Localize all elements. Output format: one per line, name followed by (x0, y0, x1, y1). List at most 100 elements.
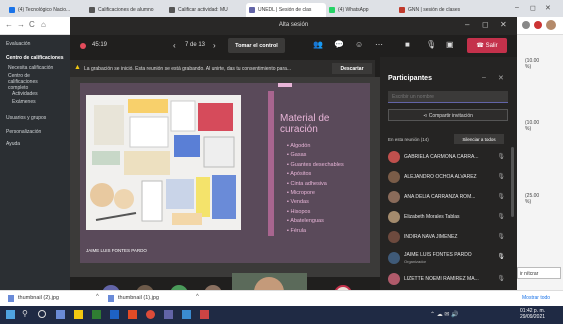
show-all-link[interactable]: Mostrar todo (522, 295, 550, 301)
teams-icon[interactable] (164, 310, 173, 319)
teams-title-bar: Alta sesión – ◻ ✕ (70, 17, 517, 35)
file-explorer-icon[interactable] (74, 310, 83, 319)
participant-name: Elizabeth Morales Tablas (404, 214, 460, 220)
favicon-icon (9, 7, 15, 13)
participant-row[interactable]: JAIME LUIS FONTES PARDO Organizador 🎙 (380, 249, 517, 267)
participant-name: INDIRA NAVA JIMENEZ (404, 234, 458, 240)
sidebar-item-completo[interactable]: Centro de calificaciones completo (8, 73, 56, 91)
browser-tab[interactable]: Calificaciones de alumno (86, 3, 166, 17)
participant-row[interactable]: GABRIELA CARMONA CARRA... 🎙 (380, 149, 517, 165)
close-panel-icon[interactable]: ✕ (498, 74, 504, 82)
taskbar-clock[interactable]: 01:42 p. m. 29/09/2021 (520, 308, 545, 320)
participant-row[interactable]: ANA DELIA CARRANZA ROM... 🎙 (380, 189, 517, 205)
system-tray-icons[interactable]: ⌃ ☁ ✉ 🔊 (430, 311, 459, 318)
reload-icon[interactable]: C (29, 20, 35, 29)
app-icon[interactable] (200, 310, 209, 319)
previous-slide-icon[interactable]: ‹ (173, 41, 176, 50)
back-icon[interactable]: ← (5, 20, 13, 29)
maximize-icon[interactable]: ◻ (482, 20, 489, 29)
avatar (388, 252, 400, 264)
file-icon (8, 295, 14, 302)
tab-label: Calificaciones de alumno (98, 7, 154, 13)
chrome-icon[interactable] (146, 310, 155, 319)
extension-icon[interactable] (522, 21, 530, 29)
app-icon[interactable] (182, 310, 191, 319)
download-item[interactable]: thumbnail (1).jpg (118, 295, 159, 301)
next-slide-icon[interactable]: › (213, 41, 216, 50)
forward-icon[interactable]: → (17, 20, 25, 29)
downloads-bar: thumbnail (2).jpg ^ thumbnail (1).jpg ^ … (0, 290, 563, 306)
more-options-icon[interactable]: ⋯ (375, 40, 383, 49)
lms-sidebar: Evaluación Centro de calificaciones Nece… (0, 35, 75, 290)
mute-all-button[interactable]: Silenciar a todos (454, 134, 504, 144)
search-icon[interactable]: ⚲ (22, 309, 28, 318)
share-screen-icon[interactable]: ▣ (446, 40, 454, 49)
maximize-window-icon[interactable]: ◻ (530, 4, 536, 12)
mic-muted-icon: 🎙 (497, 276, 505, 282)
close-window-icon[interactable]: ✕ (545, 4, 551, 12)
minimize-panel-icon[interactable]: – (482, 74, 486, 81)
file-icon (108, 295, 114, 302)
avatar (388, 171, 400, 183)
warning-icon: ▲ (74, 64, 81, 71)
participant-search-input[interactable] (388, 91, 508, 103)
participant-row[interactable]: INDIRA NAVA JIMENEZ 🎙 (380, 229, 517, 245)
excel-icon[interactable] (92, 310, 101, 319)
share-invitation-button[interactable]: ⋖ Compartir invitación (388, 109, 508, 121)
close-icon[interactable]: ✕ (500, 20, 507, 29)
lms-action-button[interactable]: ir nítcrar (517, 267, 561, 279)
slide-accent-bar (278, 83, 292, 87)
browser-tab[interactable]: Calificar actividad: MU (166, 3, 246, 17)
windows-start-icon[interactable] (6, 310, 15, 319)
participant-role: Organizador (404, 259, 427, 264)
camera-icon[interactable]: ■ (405, 40, 410, 49)
slide-counter: 7 de 13 (185, 42, 206, 48)
minimize-window-icon[interactable]: – (515, 4, 519, 11)
sidebar-item-personalizacion[interactable]: Personalización (6, 129, 41, 135)
sidebar-item-evaluacion[interactable]: Evaluación (6, 41, 30, 47)
sidebar-item-usuarios[interactable]: Usuarios y grupos (6, 115, 46, 121)
chevron-up-icon[interactable]: ^ (96, 294, 99, 300)
profile-avatar[interactable] (546, 20, 556, 30)
participant-row[interactable]: Elizabeth Morales Tablas 🎙 (380, 209, 517, 225)
extension-icon[interactable] (534, 21, 542, 29)
bullet-item: ▪ Vendas (287, 199, 309, 206)
panel-title: Participantes (388, 75, 432, 82)
chevron-up-icon[interactable]: ^ (196, 294, 199, 300)
chat-icon[interactable]: 💬 (334, 40, 344, 49)
cortana-icon[interactable] (38, 310, 46, 318)
browser-tab[interactable]: (4) Tecnológico Nacio... (6, 3, 86, 17)
phone-icon: ☎ (476, 43, 486, 49)
participant-row[interactable]: LIZETTE NOEMI RAMIREZ MA... 🎙 (380, 271, 517, 287)
mic-icon[interactable]: 🎙 (426, 40, 436, 49)
leave-button[interactable]: ☎ Salir (467, 38, 507, 53)
participant-name: ALEJANDRO OCHOA ALVAREZ (404, 174, 477, 180)
browser-tab-bar: (4) Tecnológico Nacio... Calificaciones … (0, 0, 563, 17)
word-icon[interactable] (110, 310, 119, 319)
participant-row[interactable]: ALEJANDRO OCHOA ALVAREZ 🎙 (380, 169, 517, 185)
sidebar-item-centro[interactable]: Centro de calificaciones (6, 55, 64, 61)
take-control-button[interactable]: Tomar el control (228, 38, 285, 53)
bullet-item: ▪ Apósitos (287, 171, 312, 178)
participants-icon[interactable]: 👥 (313, 40, 323, 49)
reactions-icon[interactable]: ☺ (355, 40, 363, 49)
download-item[interactable]: thumbnail (2).jpg (18, 295, 59, 301)
panel-scrollbar[interactable] (511, 147, 514, 217)
browser-tab[interactable]: (4) WhatsApp (326, 3, 396, 17)
favicon-icon (169, 7, 175, 13)
sidebar-item-actividades[interactable]: Actividades (12, 91, 38, 97)
tab-label: UNEDL | Sesión de clas (258, 7, 312, 13)
browser-tab[interactable]: GNN | sesión de clases (396, 3, 476, 17)
dismiss-button[interactable]: Descartar (332, 63, 372, 74)
powerpoint-icon[interactable] (128, 310, 137, 319)
url-field[interactable] (54, 20, 64, 31)
taskview-icon[interactable] (56, 310, 65, 319)
sidebar-item-examenes[interactable]: Exámenes (12, 99, 36, 105)
browser-tab-active[interactable]: UNEDL | Sesión de clas (246, 3, 326, 17)
avatar (388, 191, 400, 203)
minimize-icon[interactable]: – (465, 20, 469, 29)
sidebar-item-necesita[interactable]: Necesita calificación (8, 65, 53, 71)
sidebar-item-ayuda[interactable]: Ayuda (6, 141, 20, 147)
home-icon[interactable]: ⌂ (41, 20, 46, 29)
bullet-item: ▪ Algodón (287, 143, 311, 149)
